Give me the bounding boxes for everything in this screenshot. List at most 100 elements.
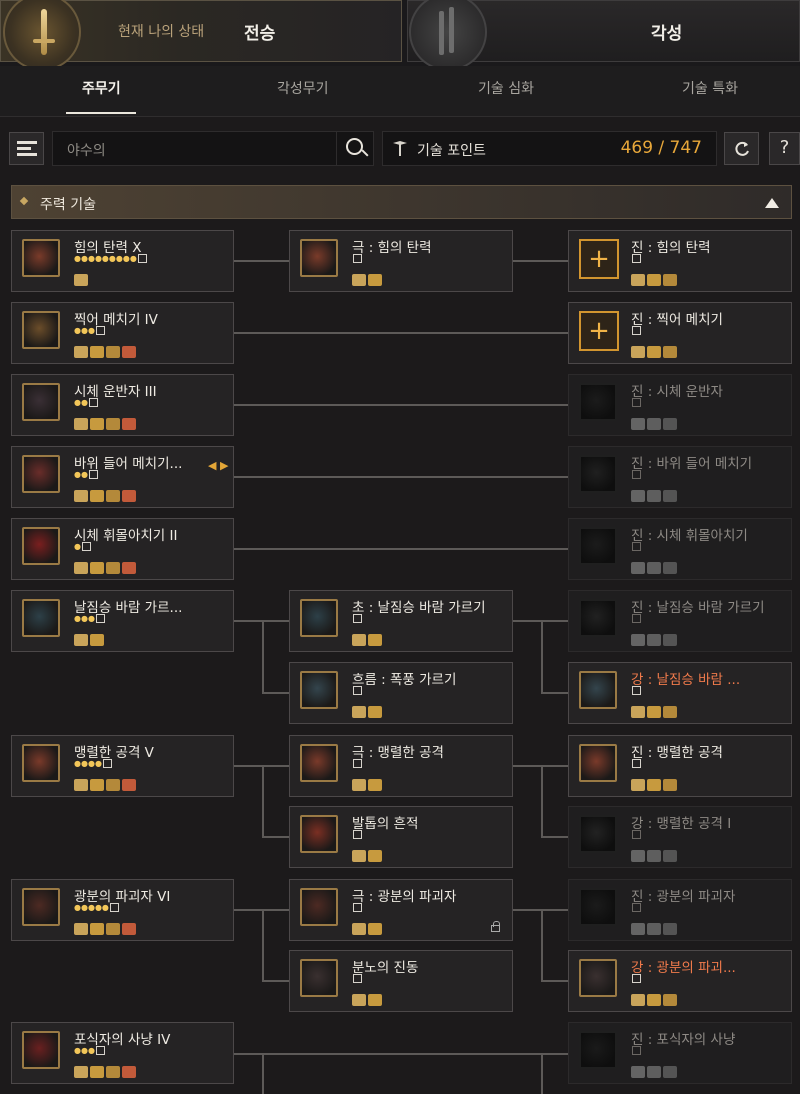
skill-tags — [74, 776, 138, 792]
search-icon[interactable] — [336, 132, 373, 165]
skill-card[interactable]: 진 : 시체 휘몰아치기 — [568, 518, 792, 580]
search-placeholder: 야수의 — [67, 143, 106, 159]
tag-icon — [106, 562, 120, 574]
skill-card[interactable]: 초 : 날짐승 바람 가르기 — [289, 590, 513, 652]
tag-icon — [663, 490, 677, 502]
skill-tags — [74, 559, 138, 575]
skill-card[interactable]: 날짐승 바람 가르... ●●● — [11, 590, 234, 652]
tab-awakening[interactable]: 각성 — [407, 0, 800, 71]
skill-name: 맹렬한 공격 V — [74, 745, 154, 761]
skill-name: 초 : 날짐승 바람 가르기 — [352, 600, 486, 616]
search-input[interactable]: 야수의 — [52, 131, 374, 166]
skill-name: 강 : 날짐승 바람 ... — [631, 672, 741, 688]
skill-card[interactable]: 진 : 날짐승 바람 가르기 — [568, 590, 792, 652]
tab-succession-label: 전승 — [244, 24, 276, 44]
skill-icon — [579, 1031, 617, 1069]
tab-skill-special[interactable]: 기술 특화 — [682, 78, 738, 98]
skill-level-dots: ●●●● — [74, 759, 112, 769]
skill-card[interactable]: 맹렬한 공격 V ●●●● — [11, 735, 234, 797]
skill-card[interactable]: 진 : 광분의 파괴자 — [568, 879, 792, 941]
tab-main-weapon[interactable]: 주무기 — [82, 78, 121, 98]
tag-icon — [647, 562, 661, 574]
skill-card[interactable]: 흐름 : 폭풍 가르기 — [289, 662, 513, 724]
tab-skill-deepen[interactable]: 기술 심화 — [478, 78, 534, 98]
tag-icon — [631, 274, 645, 286]
skill-card[interactable]: 찍어 메치기 IV ●●● — [11, 302, 234, 364]
skill-tags — [631, 487, 679, 503]
tag-icon — [647, 274, 661, 286]
skill-icon — [22, 888, 60, 926]
skill-level-dots — [631, 759, 641, 769]
tag-icon — [122, 1066, 136, 1078]
skill-card[interactable]: 진 : 시체 운반자 — [568, 374, 792, 436]
skill-name: 극 : 맹렬한 공격 — [352, 745, 444, 761]
skill-card[interactable]: 시체 휘몰아치기 II ● — [11, 518, 234, 580]
skill-name: 흐름 : 폭풍 가르기 — [352, 672, 457, 688]
skill-icon — [579, 744, 617, 782]
skill-card[interactable]: 발톱의 흔적 — [289, 806, 513, 868]
skill-name: 광분의 파괴자 VI — [74, 889, 171, 905]
skill-card[interactable]: 강 : 맹렬한 공격 I — [568, 806, 792, 868]
tab-awakening-weapon[interactable]: 각성무기 — [277, 78, 329, 98]
skill-icon — [300, 888, 338, 926]
skill-tags — [352, 631, 384, 647]
add-skill-icon[interactable]: + — [579, 239, 619, 279]
menu-icon — [16, 141, 37, 156]
skill-icon — [22, 311, 60, 349]
tag-icon — [352, 274, 366, 286]
skill-card[interactable]: 광분의 파괴자 VI ●●●●● — [11, 879, 234, 941]
skill-card[interactable]: 시체 운반자 III ●● — [11, 374, 234, 436]
reset-button[interactable] — [724, 132, 759, 165]
skill-card[interactable]: + 진 : 찍어 메치기 — [568, 302, 792, 364]
tag-icon — [368, 923, 382, 935]
skill-card[interactable]: 진 : 포식자의 사냥 — [568, 1022, 792, 1084]
skill-level-dots — [631, 1046, 641, 1056]
current-state-label: 현재 나의 상태 — [118, 24, 205, 40]
skill-level-dots — [631, 542, 641, 552]
skill-card[interactable]: 포식자의 사냥 IV ●●● — [11, 1022, 234, 1084]
add-skill-icon[interactable]: + — [579, 311, 619, 351]
tag-icon — [90, 418, 104, 430]
skill-level-dots — [352, 759, 362, 769]
collapse-arrow-icon[interactable] — [765, 198, 779, 208]
skill-card[interactable]: 강 : 광분의 파괴... — [568, 950, 792, 1012]
tag-icon — [631, 490, 645, 502]
skill-name: 힘의 탄력 X — [74, 240, 142, 256]
switch-arrows-icon[interactable]: ◀ ▶ — [208, 459, 228, 472]
tag-icon — [631, 779, 645, 791]
tag-icon — [74, 562, 88, 574]
skill-card[interactable]: 바위 들어 메치기... ●● ◀ ▶ — [11, 446, 234, 508]
skill-tags — [74, 1063, 138, 1079]
skill-card[interactable]: 극 : 광분의 파괴자 — [289, 879, 513, 941]
tag-icon — [74, 418, 88, 430]
skill-card[interactable]: 힘의 탄력 X ●●●●●●●●● — [11, 230, 234, 292]
skill-card[interactable]: 극 : 힘의 탄력 — [289, 230, 513, 292]
tag-icon — [647, 779, 661, 791]
skill-name: 바위 들어 메치기... — [74, 456, 183, 472]
tag-icon — [122, 418, 136, 430]
help-button[interactable]: ? — [769, 132, 800, 165]
skill-name: 극 : 광분의 파괴자 — [352, 889, 457, 905]
menu-button[interactable] — [9, 132, 44, 165]
section-header[interactable]: 주력 기술 — [11, 185, 792, 219]
skill-card[interactable]: 강 : 날짐승 바람 ... — [568, 662, 792, 724]
skill-tags — [74, 920, 138, 936]
tag-icon — [90, 490, 104, 502]
tab-succession[interactable]: 현재 나의 상태 전승 — [0, 0, 402, 71]
skill-card[interactable]: 분노의 진동 — [289, 950, 513, 1012]
skill-name: 진 : 광분의 파괴자 — [631, 889, 736, 905]
skill-icon — [22, 744, 60, 782]
skill-icon — [579, 599, 617, 637]
skill-tags — [352, 920, 384, 936]
skill-icon — [579, 959, 617, 997]
skill-icon — [579, 455, 617, 493]
skill-icon — [300, 239, 338, 277]
skill-tags — [352, 703, 384, 719]
skill-card[interactable]: + 진 : 힘의 탄력 — [568, 230, 792, 292]
skill-points-label: 기술 포인트 — [417, 143, 486, 159]
skill-level-dots: ●●●●●●●●● — [74, 254, 147, 264]
skill-card[interactable]: 극 : 맹렬한 공격 — [289, 735, 513, 797]
skill-card[interactable]: 진 : 바위 들어 메치기 — [568, 446, 792, 508]
skill-card[interactable]: 진 : 맹렬한 공격 — [568, 735, 792, 797]
skill-icon — [300, 744, 338, 782]
